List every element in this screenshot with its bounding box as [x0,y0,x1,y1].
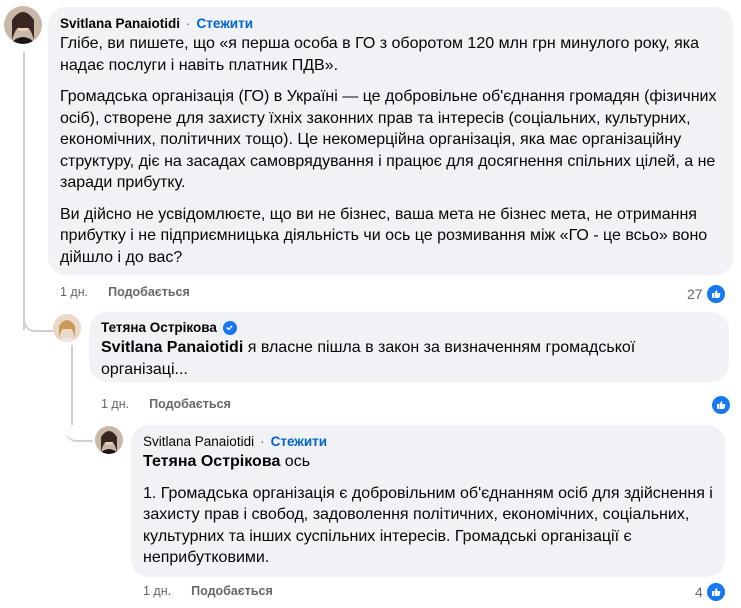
separator-dot: · [186,16,191,31]
comment-bubble: Svitlana Panaiotidi · Стежити Глібе, ви … [48,7,733,275]
reaction-summary[interactable] [708,395,731,415]
avatar-svitlana[interactable] [4,6,42,44]
comment-header: Svitlana Panaiotidi · Стежити [143,434,713,449]
like-button[interactable]: Подобається [191,584,273,598]
reaction-summary[interactable]: 27 [687,284,726,304]
comment-actions: 1 дн. Подобається [143,584,273,598]
comment-text: Svitlana Panaiotidi я власне пішла в зак… [101,337,717,380]
author-name[interactable]: Тетяна Острікова [101,320,217,335]
thumbs-up-icon [705,582,726,602]
thumbs-up-icon [705,284,726,304]
author-name[interactable]: Svitlana Panaiotidi [143,434,254,449]
comment-header: Svitlana Panaiotidi · Стежити [60,16,721,31]
timestamp[interactable]: 1 дн. [101,397,129,411]
comment-paragraph: 1. Громадська організація є добровільним… [143,484,713,567]
like-button[interactable]: Подобається [108,285,190,299]
author-name[interactable]: Svitlana Panaiotidi [60,16,180,31]
mention-link[interactable]: Svitlana Panaiotidi [101,339,243,356]
like-button[interactable]: Подобається [149,397,231,411]
comment-header: Тетяна Острікова [101,320,717,335]
reaction-count: 4 [695,584,703,600]
comment-actions: 1 дн. Подобається [60,285,190,299]
separator-dot: · [260,434,265,449]
comment-body: ось [280,453,311,470]
timestamp[interactable]: 1 дн. [143,584,171,598]
thread-curve-reply1 [23,300,55,332]
mention-link[interactable]: Тетяна Острікова [143,453,280,470]
thread-line-main [23,52,25,330]
thumbs-up-icon [711,395,731,415]
comment-actions: 1 дн. Подобається [101,397,231,411]
comment-paragraph: Громадська організація (ГО) в Україні — … [60,88,717,191]
follow-button[interactable]: Стежити [271,434,327,449]
reaction-summary[interactable]: 4 [695,582,726,602]
comment-text: Тетяна Острікова ось [143,451,713,473]
follow-button[interactable]: Стежити [197,16,253,31]
verified-badge-icon [222,320,237,335]
avatar-svitlana[interactable] [95,426,123,454]
thread-curve-reply2 [65,410,93,442]
avatar-tetiana[interactable] [53,314,81,342]
timestamp[interactable]: 1 дн. [60,285,88,299]
reaction-count: 27 [687,286,703,302]
comment-paragraph: Ви дійсно не усвідомлюєте, що ви не бізн… [60,205,708,266]
comment-paragraph: Глібе, ви пишете, що «я перша особа в ГО… [60,35,700,74]
comment-bubble: Svitlana Panaiotidi · Стежити Тетяна Ост… [131,425,725,577]
comment-bubble: Тетяна Острікова Svitlana Panaiotidi я в… [89,312,729,382]
